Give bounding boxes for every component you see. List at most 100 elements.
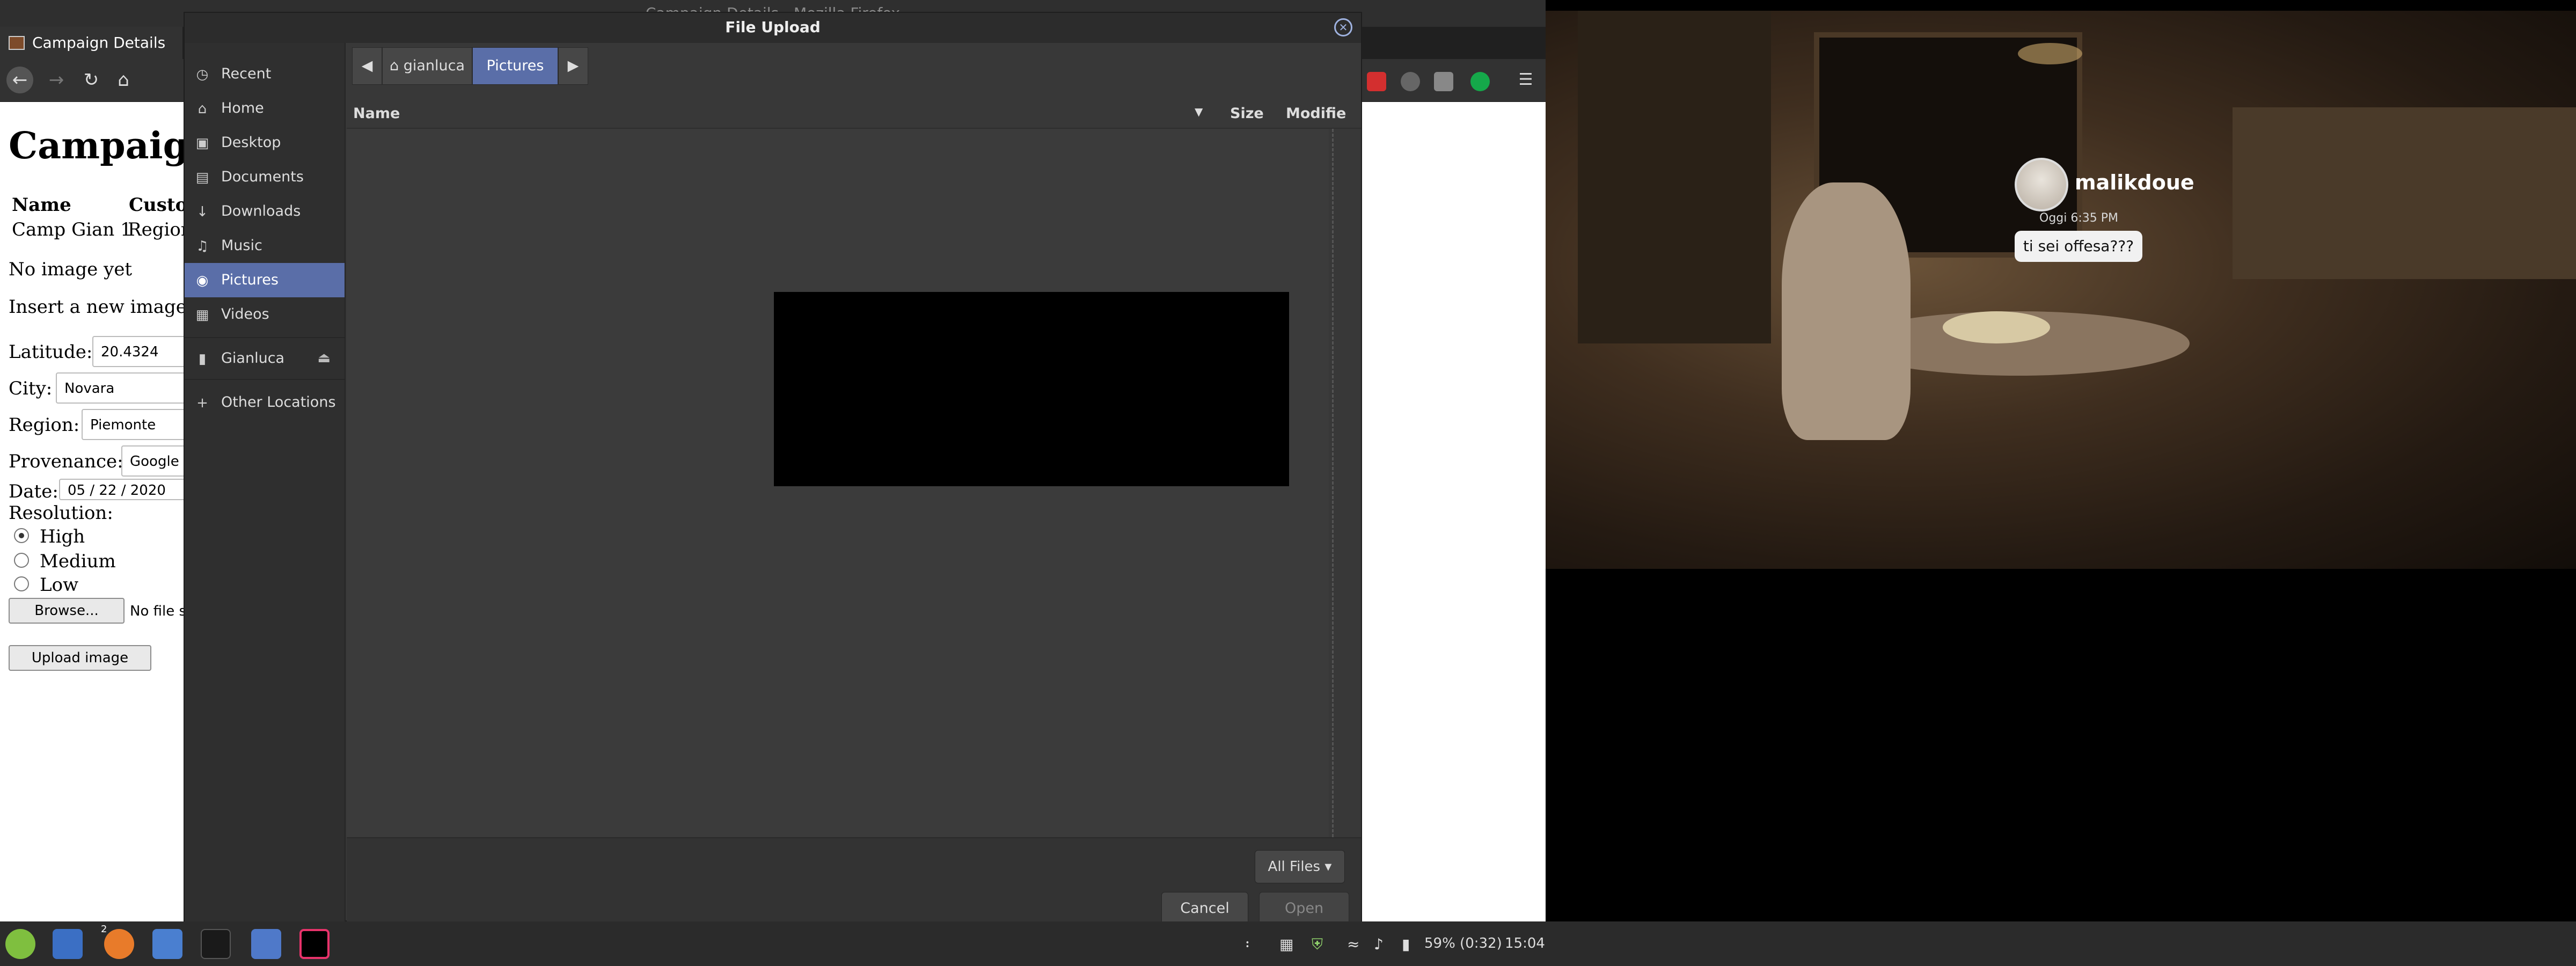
path-left-arrow-icon[interactable]: ◀ <box>352 47 382 85</box>
sidebar-item-label: Gianluca <box>221 350 285 367</box>
table-cell-name: Camp Gian 1 <box>12 219 132 240</box>
dialog-title: File Upload <box>725 18 821 36</box>
extension-icon[interactable] <box>1401 72 1420 91</box>
path-label: Pictures <box>486 57 544 74</box>
resolution-label: Resolution: <box>9 502 113 524</box>
resolution-low-radio[interactable] <box>14 576 29 591</box>
sidebar-item-music[interactable]: ♫ Music <box>185 229 345 263</box>
sidebar-item-label: Other Locations <box>221 394 336 411</box>
sidebar-item-label: Downloads <box>221 203 301 219</box>
sidebar-item-videos[interactable]: ▦ Videos <box>185 297 345 332</box>
no-image-text: No image yet <box>9 259 133 280</box>
clock-icon: ◷ <box>196 67 209 83</box>
sidebar-item-home[interactable]: ⌂ Home <box>185 91 345 126</box>
documents-icon: ▤ <box>195 170 209 186</box>
firefox-window-count: 2 <box>101 924 107 935</box>
latitude-label: Latitude: <box>9 341 93 363</box>
videos-icon: ▦ <box>195 307 209 323</box>
pictures-icon: ◉ <box>196 273 209 289</box>
column-modified[interactable]: Modifie <box>1286 105 1346 122</box>
files-icon[interactable] <box>53 929 83 959</box>
sidebar-item-pictures[interactable]: ◉ Pictures <box>185 263 345 297</box>
sidebar-item-gianluca[interactable]: ▮ Gianluca ⏏ <box>185 341 345 376</box>
sort-down-icon[interactable]: ▼ <box>1195 105 1203 118</box>
sidebar-item-desktop[interactable]: ▣ Desktop <box>185 126 345 160</box>
back-icon[interactable]: ← <box>6 67 33 93</box>
battery-status: 59% (0:32) <box>1424 935 1502 952</box>
tab-title: Campaign Details <box>32 34 166 52</box>
upload-image-button[interactable]: Upload image <box>9 645 151 671</box>
sidebar-item-other-locations[interactable]: + Other Locations <box>185 385 345 420</box>
music-icon: ♫ <box>196 238 209 254</box>
dialog-footer: All Files ▾ Cancel Open <box>347 837 1361 925</box>
resolution-low-label: Low <box>40 574 79 596</box>
browse-button[interactable]: Browse... <box>9 598 125 624</box>
city-label: City: <box>9 378 53 399</box>
folder-icon[interactable] <box>251 929 281 959</box>
cancel-button[interactable]: Cancel <box>1161 892 1248 925</box>
downloads-icon: ↓ <box>196 204 208 220</box>
firefox-icon[interactable]: 2 <box>101 924 134 959</box>
terminal-icon[interactable] <box>201 929 231 959</box>
sidebar-item-label: Recent <box>221 65 272 82</box>
sidebar-item-downloads[interactable]: ↓ Downloads <box>185 194 345 229</box>
column-size[interactable]: Size <box>1230 105 1264 122</box>
shield-icon[interactable]: ⛨ <box>1312 935 1323 954</box>
sidebar-item-label: Pictures <box>221 272 279 288</box>
bluetooth-icon[interactable]: ᛬ <box>1243 935 1252 953</box>
path-button-pictures[interactable]: Pictures <box>472 47 558 85</box>
bowl <box>1943 311 2050 343</box>
calendar-icon[interactable]: ▦ <box>1279 935 1293 953</box>
file-list-header: Name ▼ Size Modifie <box>347 99 1361 129</box>
dialog-header: File Upload ✕ <box>185 13 1361 43</box>
menu-icon[interactable]: ☰ <box>1512 67 1539 93</box>
close-icon[interactable]: ✕ <box>1334 18 1352 36</box>
sidebar-item-label: Videos <box>221 306 269 323</box>
column-name[interactable]: Name <box>353 105 400 122</box>
ceiling-lamp <box>2018 43 2082 64</box>
chat-message-bubble: ti sei offesa??? <box>2015 231 2142 262</box>
chat-username: malikdoue <box>2075 171 2194 194</box>
sidebar-divider <box>185 379 345 380</box>
sidebar-item-recent[interactable]: ◷ Recent <box>185 57 345 91</box>
open-button[interactable]: Open <box>1259 892 1349 925</box>
forward-icon[interactable]: → <box>43 67 70 93</box>
resolution-medium-radio[interactable] <box>14 553 29 568</box>
pdf-extension-icon[interactable] <box>1367 72 1386 91</box>
wifi-icon[interactable]: ≈ <box>1347 935 1359 953</box>
region-label: Region: <box>9 414 80 436</box>
file-filter-dropdown[interactable]: All Files ▾ <box>1255 850 1345 883</box>
sidebar-divider <box>185 337 345 338</box>
sidebar-item-label: Home <box>221 100 264 116</box>
clock[interactable]: 15:04 <box>1505 935 1545 952</box>
provenance-label: Provenance: <box>9 451 123 472</box>
path-button-gianluca[interactable]: ⌂ gianluca <box>382 47 472 85</box>
path-label: gianluca <box>403 57 465 74</box>
file-filter-label: All Files <box>1268 859 1321 875</box>
mail-icon[interactable] <box>152 929 182 959</box>
sidebar-item-documents[interactable]: ▤ Documents <box>185 160 345 194</box>
home-icon[interactable]: ⌂ <box>110 67 137 93</box>
path-bar: ◀ ⌂ gianluca Pictures ▶ <box>352 47 620 85</box>
sidebar-item-label: Documents <box>221 169 304 185</box>
city-field[interactable]: Novara <box>56 372 195 404</box>
eject-icon[interactable]: ⏏ <box>317 350 331 366</box>
table-header-name: Name <box>12 194 71 216</box>
grammarly-icon[interactable] <box>1470 72 1490 91</box>
mint-menu-icon[interactable] <box>5 929 35 959</box>
battery-icon[interactable]: ▮ <box>1402 935 1410 953</box>
intellij-icon[interactable] <box>299 929 330 959</box>
sidebar-item-label: Desktop <box>221 134 281 151</box>
resolution-high-radio[interactable] <box>14 528 29 543</box>
reload-icon[interactable]: ↻ <box>78 67 105 93</box>
browser-tab[interactable]: Campaign Details <box>0 27 182 59</box>
region-field[interactable]: Piemonte <box>82 409 200 440</box>
date-field[interactable]: 05 / 22 / 2020 <box>59 479 188 500</box>
column-divider <box>1332 129 1334 837</box>
no-file-text: No file s <box>130 603 187 619</box>
volume-icon[interactable]: ♪ <box>1374 935 1384 953</box>
resolution-medium-label: Medium <box>40 551 116 572</box>
image-extension-icon[interactable] <box>1434 72 1453 91</box>
kitchen-counter <box>2233 107 2576 279</box>
path-right-arrow-icon[interactable]: ▶ <box>558 47 588 85</box>
